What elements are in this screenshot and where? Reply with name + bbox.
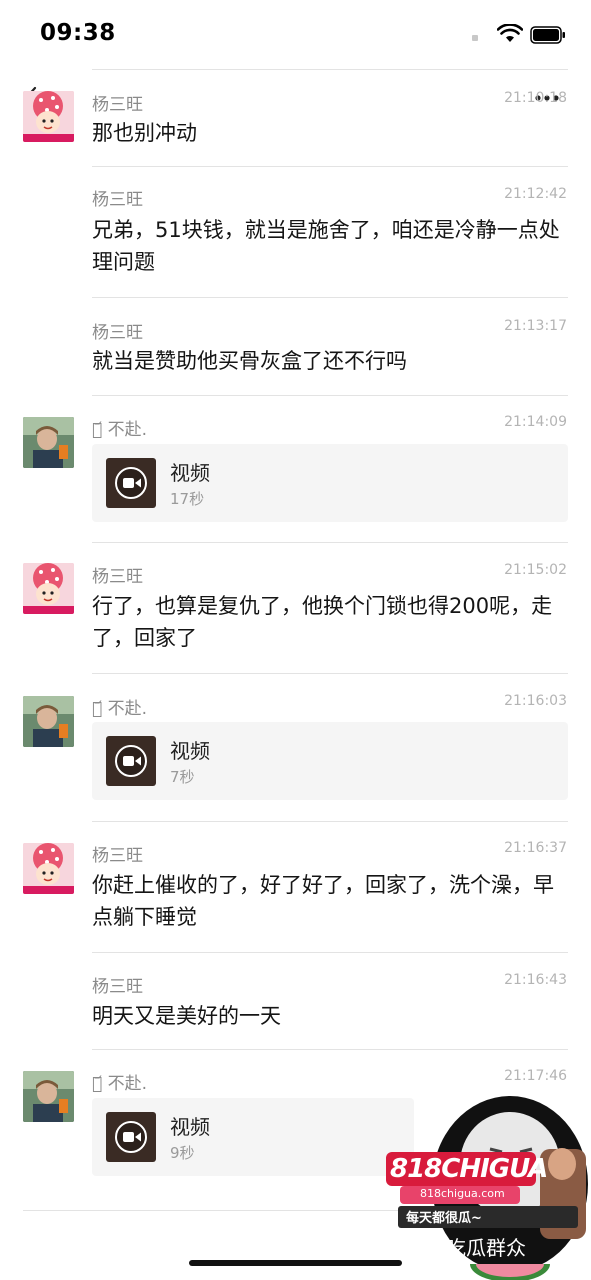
video-thumbnail (106, 458, 156, 508)
video-thumbnail (106, 736, 156, 786)
message-sender: ᦀ᷄ 不赴. (92, 420, 148, 440)
message-divider (92, 1049, 568, 1050)
message-sender: ᦀ᷄ 不赴. (92, 699, 148, 719)
message-divider (92, 542, 568, 543)
message-text: 明天又是美好的一天 (92, 1004, 281, 1028)
message-divider (92, 395, 568, 396)
message-text: 行了，也算是复仇了，他换个门锁也得200呢，走了，回家了 (92, 594, 553, 650)
watermark-caption: 吃瓜群众 (446, 1236, 526, 1260)
video-thumbnail (106, 1112, 156, 1162)
avatar-yangsanwang[interactable] (23, 91, 74, 142)
message-text: 兄弟，51块钱，就当是施舍了，咱还是冷静一点处理问题 (92, 218, 560, 274)
watermark-url: 818chigua.com (420, 1187, 505, 1200)
message-time: 21:16:03 (504, 693, 567, 709)
message-sender: 杨三旺 (92, 977, 143, 997)
avatar-yangsanwang[interactable] (23, 843, 74, 894)
message-time: 21:17:46 (504, 1068, 567, 1084)
watermark-slogan: 每天都很瓜~ (406, 1211, 482, 1226)
video-message-card[interactable]: 视频 7秒 (92, 722, 568, 800)
status-bar: 09:38 (0, 0, 591, 66)
video-camera-icon (115, 745, 147, 777)
message-divider (92, 952, 568, 953)
video-label: 视频 (170, 461, 210, 485)
message-time: 21:10:18 (504, 90, 567, 106)
message-sender: 杨三旺 (92, 567, 143, 587)
message-divider (92, 821, 568, 822)
message-divider (92, 673, 568, 674)
message-sender: 杨三旺 (92, 846, 143, 866)
message-text: 那也别冲动 (92, 121, 197, 145)
message-time: 21:13:17 (504, 318, 567, 334)
message-sender: 杨三旺 (92, 190, 143, 210)
video-label: 视频 (170, 739, 210, 763)
message-time: 21:14:09 (504, 414, 567, 430)
message-divider (92, 297, 568, 298)
message-time: 21:15:02 (504, 562, 567, 578)
status-time: 09:38 (40, 20, 116, 46)
video-duration: 9秒 (170, 1144, 195, 1162)
message-time: 21:12:42 (504, 186, 567, 202)
home-indicator[interactable] (189, 1260, 402, 1266)
video-label: 视频 (170, 1115, 210, 1139)
video-camera-icon (115, 1121, 147, 1153)
avatar-bufu[interactable] (23, 1071, 74, 1122)
message-sender: ᦀ᷄ 不赴. (92, 1074, 148, 1094)
message-sender: 杨三旺 (92, 323, 143, 343)
message-text: 就当是赞助他买骨灰盒了还不行吗 (92, 349, 407, 373)
message-time: 21:16:43 (504, 972, 567, 988)
signal-icon (472, 35, 478, 41)
video-duration: 7秒 (170, 768, 195, 786)
message-sender: 杨三旺 (92, 95, 143, 115)
message-divider (92, 166, 568, 167)
video-camera-icon (115, 467, 147, 499)
watermark-logo: 818CHIGUA (390, 1154, 548, 1184)
avatar-yangsanwang[interactable] (23, 563, 74, 614)
message-time: 21:16:37 (504, 840, 567, 856)
avatar-bufu[interactable] (23, 417, 74, 468)
wifi-icon (497, 24, 523, 42)
video-duration: 17秒 (170, 490, 205, 508)
watermark-818chigua: 818CHIGUA 818chigua.com 每天都很瓜~ 吃瓜群众 (380, 1094, 591, 1280)
message-divider (92, 69, 568, 70)
message-text: 你赶上催收的了，好了好了，回家了，洗个澡，早点躺下睡觉 (92, 873, 554, 929)
video-message-card[interactable]: 视频 17秒 (92, 444, 568, 522)
battery-icon (530, 26, 565, 44)
video-message-card[interactable]: 视频 9秒 (92, 1098, 414, 1176)
avatar-bufu[interactable] (23, 696, 74, 747)
